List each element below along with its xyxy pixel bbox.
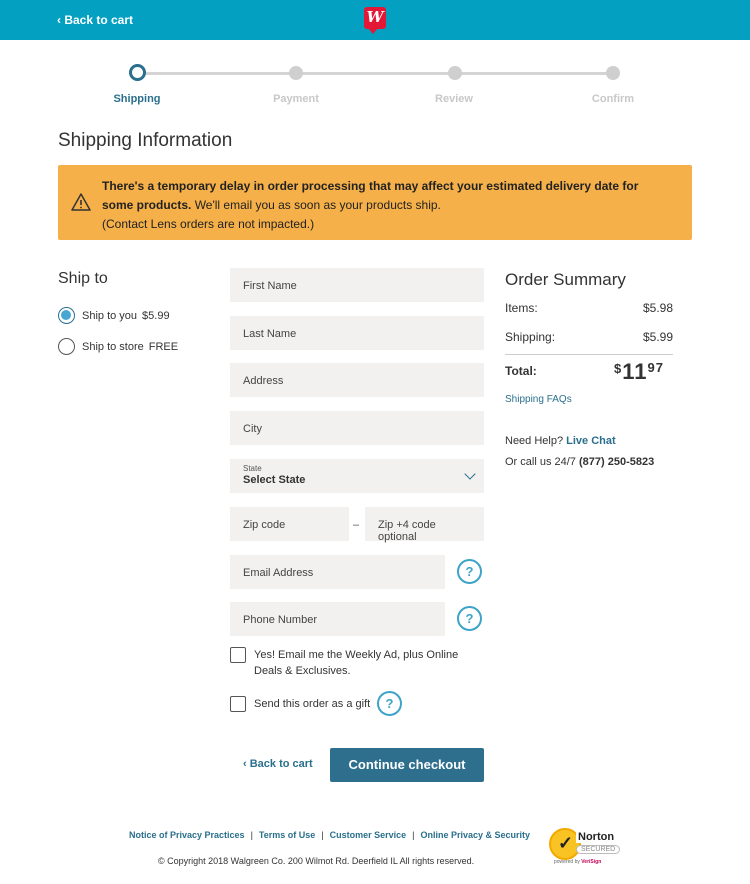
step-dot-payment (289, 66, 303, 80)
shipping-value: $5.99 (642, 330, 673, 344)
verisign-brand: VeriSign (581, 859, 602, 865)
gift-help-icon[interactable]: ? (377, 691, 402, 716)
norton-secured-label: SECURED (576, 845, 621, 854)
weekly-ad-label: Yes! Email me the Weekly Ad, plus Online… (254, 649, 459, 677)
call-us-line: Or call us 24/7 (877) 250-5823 (505, 456, 654, 468)
summary-divider (505, 354, 673, 355)
state-select-value: Select State (243, 474, 306, 486)
address-input[interactable]: Address (230, 363, 484, 397)
ship-to-store-label: Ship to store (82, 340, 144, 353)
live-chat-link[interactable]: Live Chat (566, 435, 616, 447)
email-input[interactable]: Email Address (230, 555, 445, 589)
step-dot-review (448, 66, 462, 80)
gift-label: Send this order as a gift (254, 698, 371, 710)
weekly-ad-checkbox[interactable] (230, 647, 246, 663)
first-name-input[interactable]: First Name (230, 268, 484, 302)
step-label-review: Review (435, 93, 473, 105)
step-dot-confirm (606, 66, 620, 80)
powered-by-prefix: powered by (554, 859, 580, 865)
gift-checkbox[interactable] (230, 696, 246, 712)
delay-alert: There's a temporary delay in order proce… (58, 165, 692, 240)
zip4-input[interactable]: Zip +4 code optional (365, 507, 484, 543)
top-bar: ‹ Back to cart W (0, 0, 750, 40)
email-help-icon[interactable]: ? (457, 559, 482, 584)
back-to-cart-link[interactable]: ‹ Back to cart (243, 758, 313, 770)
continue-checkout-button[interactable]: Continue checkout (330, 748, 484, 782)
total-label: Total: (505, 364, 537, 378)
items-label: Items: (505, 301, 538, 315)
ship-to-you-price: $5.99 (142, 309, 170, 322)
alert-note: (Contact Lens orders are not impacted.) (102, 217, 315, 231)
total-cents: 97 (647, 360, 664, 375)
last-name-input[interactable]: Last Name (230, 316, 484, 350)
alert-text: There's a temporary delay in order proce… (102, 177, 662, 234)
header-back-to-cart-link[interactable]: ‹ Back to cart (57, 13, 133, 27)
summary-items-row: Items: $5.98 (505, 301, 673, 315)
shipping-label: Shipping: (505, 330, 556, 344)
total-currency: $ (614, 361, 623, 376)
ship-to-store-price: FREE (148, 340, 179, 353)
ship-to-you-option[interactable]: Ship to you $5.99 (58, 307, 170, 324)
order-summary-heading: Order Summary (505, 270, 626, 289)
footer-separator: | (250, 830, 253, 840)
state-select[interactable]: State Select State (230, 459, 484, 493)
need-help-line: Need Help? Live Chat (505, 435, 616, 447)
alert-rest-text: We'll email you as soon as your products… (191, 198, 441, 212)
total-dollars: 11 (622, 359, 648, 384)
zip-separator: – (353, 519, 360, 531)
weekly-ad-option[interactable]: Yes! Email me the Weekly Ad, plus Online… (230, 647, 470, 679)
need-help-prefix: Need Help? (505, 435, 564, 447)
warning-icon (71, 193, 91, 211)
ship-to-store-radio[interactable] (58, 338, 75, 355)
ship-to-you-radio[interactable] (58, 307, 75, 324)
phone-help-icon[interactable]: ? (457, 606, 482, 631)
call-us-prefix: Or call us 24/7 (505, 456, 576, 468)
ship-to-you-label: Ship to you (82, 309, 138, 322)
footer-link-privacy-practices[interactable]: Notice of Privacy Practices (129, 830, 245, 840)
norton-secured-badge[interactable]: Norton SECURED powered by VeriSign (546, 826, 624, 868)
state-select-label: State (243, 464, 262, 473)
gift-option[interactable]: Send this order as a gift (230, 696, 370, 712)
items-value: $5.98 (642, 301, 673, 315)
footer-link-terms[interactable]: Terms of Use (259, 830, 315, 840)
footer-link-customer-service[interactable]: Customer Service (330, 830, 407, 840)
step-label-shipping: Shipping (113, 93, 161, 105)
phone-input[interactable]: Phone Number (230, 602, 445, 636)
footer-link-online-privacy[interactable]: Online Privacy & Security (421, 830, 531, 840)
step-label-payment: Payment (273, 93, 319, 105)
progress-track (137, 72, 613, 75)
ship-to-heading: Ship to (58, 270, 108, 287)
city-input[interactable]: City (230, 411, 484, 445)
step-label-confirm: Confirm (591, 93, 635, 105)
norton-brand: Norton (576, 831, 617, 843)
total-value: $1197 (614, 359, 664, 385)
footer-separator: | (321, 830, 324, 840)
walgreens-logo[interactable]: W (364, 7, 386, 34)
copyright-text: © Copyright 2018 Walgreen Co. 200 Wilmot… (158, 856, 475, 866)
footer-separator: | (412, 830, 415, 840)
step-dot-shipping (129, 64, 146, 81)
shipping-faqs-link[interactable]: Shipping FAQs (505, 394, 572, 405)
page-title: Shipping Information (58, 130, 233, 151)
support-phone: (877) 250-5823 (578, 456, 655, 468)
zip-code-input[interactable]: Zip code (230, 507, 349, 541)
ship-to-store-option[interactable]: Ship to store FREE (58, 338, 178, 355)
norton-powered-by: powered by VeriSign (554, 859, 601, 865)
footer-links: Notice of Privacy Practices | Terms of U… (129, 830, 530, 840)
summary-shipping-row: Shipping: $5.99 (505, 330, 673, 344)
